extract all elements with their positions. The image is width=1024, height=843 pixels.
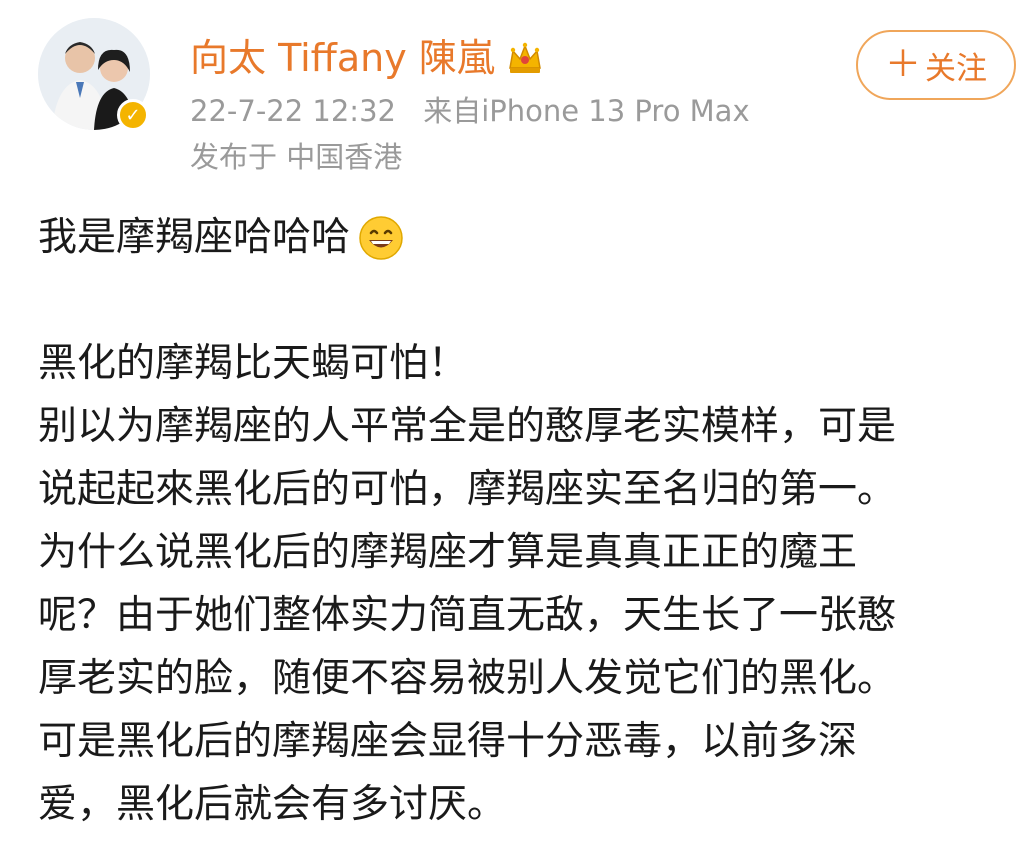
- plus-icon: ＋: [884, 44, 921, 85]
- post-line: 厚老实的脸，随便不容易被别人发觉它们的黑化。: [38, 656, 897, 701]
- username-text: 向太 Tiffany 陳嵐: [190, 36, 495, 80]
- post-source: 来自iPhone 13 Pro Max: [423, 94, 750, 128]
- username[interactable]: 向太 Tiffany 陳嵐: [190, 30, 545, 86]
- grinning-face-icon: [359, 215, 403, 260]
- post-time: 22-7-22 12:32: [190, 94, 396, 128]
- post-line: 为什么说黑化后的摩羯座才算是真真正正的魔王: [38, 530, 858, 575]
- post-line: 爱，黑化后就会有多讨厌。: [38, 782, 507, 827]
- post-line: 别以为摩羯座的人平常全是的憨厚老实模样，可是: [38, 404, 897, 449]
- post-text: 我是摩羯座哈哈哈: [38, 215, 351, 260]
- verified-badge-icon: ✓: [117, 99, 149, 131]
- post-body: 我是摩羯座哈哈哈 黑化的摩羯比天蝎可怕！ 别以为摩羯座的人平常全是的憨厚老实模样…: [38, 206, 1014, 836]
- post-line: 说起起來黑化后的可怕，摩羯座实至名归的第一。: [38, 467, 897, 512]
- follow-label: 关注: [925, 50, 987, 87]
- follow-button[interactable]: ＋ 关注: [856, 30, 1016, 100]
- post-first-line: 我是摩羯座哈哈哈: [38, 206, 1014, 269]
- post-line: 可是黑化后的摩羯座会显得十分恶毒，以前多深: [38, 719, 858, 764]
- post-meta: 22-7-22 12:32 来自iPhone 13 Pro Max: [190, 92, 750, 130]
- crown-icon: [508, 42, 541, 73]
- post-location: 发布于 中国香港: [190, 140, 403, 174]
- post-line: 黑化的摩羯比天蝎可怕！: [38, 341, 468, 386]
- post-line: 呢？由于她们整体实力简直无敌，天生长了一张憨: [38, 593, 897, 638]
